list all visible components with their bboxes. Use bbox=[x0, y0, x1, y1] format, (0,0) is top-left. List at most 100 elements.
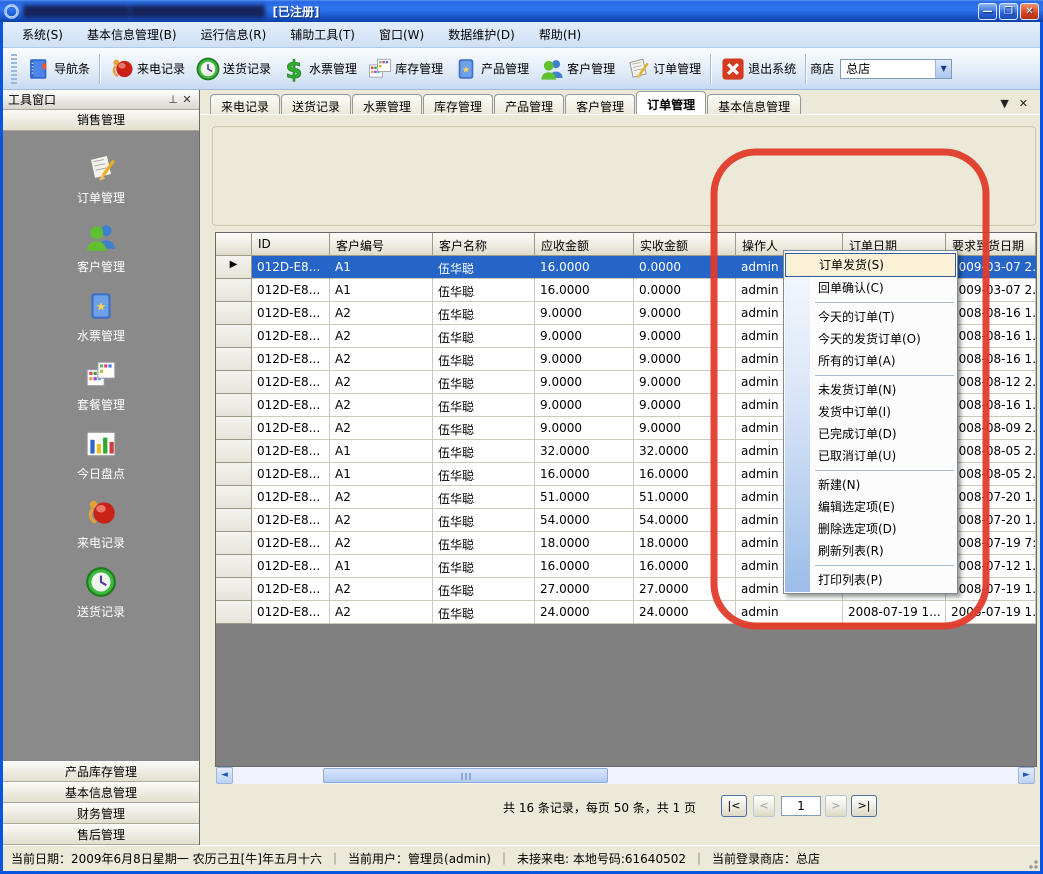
sidebar-section-finance[interactable]: 财务管理 bbox=[3, 803, 199, 824]
context-menu-item[interactable]: 发货中订单(I) bbox=[785, 401, 956, 423]
table-cell[interactable]: 16.0000 bbox=[535, 555, 634, 578]
next-page-button[interactable]: > bbox=[825, 795, 847, 817]
table-cell[interactable]: A1 bbox=[330, 463, 433, 486]
table-cell[interactable]: 0.0000 bbox=[634, 256, 736, 279]
table-cell[interactable]: 9.0000 bbox=[634, 302, 736, 325]
toolbar-incoming-call-button[interactable]: 来电记录 bbox=[104, 52, 190, 86]
table-cell[interactable]: 27.0000 bbox=[634, 578, 736, 601]
row-header-cell[interactable] bbox=[216, 509, 252, 532]
toolbar-order-button[interactable]: 订单管理 bbox=[620, 52, 706, 86]
table-cell[interactable]: 54.0000 bbox=[535, 509, 634, 532]
table-cell[interactable]: 16.0000 bbox=[535, 463, 634, 486]
row-header-cell[interactable] bbox=[216, 555, 252, 578]
table-cell[interactable]: A1 bbox=[330, 440, 433, 463]
context-menu-item[interactable]: 今天的发货订单(O) bbox=[785, 328, 956, 350]
table-cell[interactable]: 9.0000 bbox=[634, 325, 736, 348]
table-cell[interactable]: 伍华聪 bbox=[433, 601, 535, 624]
table-cell[interactable]: 16.0000 bbox=[535, 279, 634, 302]
resize-grip[interactable] bbox=[1026, 857, 1038, 869]
table-cell[interactable]: 9.0000 bbox=[634, 394, 736, 417]
context-menu-item[interactable]: 已取消订单(U) bbox=[785, 445, 956, 467]
prev-page-button[interactable]: < bbox=[753, 795, 775, 817]
sidebar-item-delivery-record[interactable]: 送货记录 bbox=[77, 565, 125, 620]
table-cell[interactable]: 2008-07-12 1... bbox=[946, 555, 1036, 578]
row-header-cell[interactable] bbox=[216, 394, 252, 417]
table-cell[interactable]: 51.0000 bbox=[634, 486, 736, 509]
table-cell[interactable]: 2008-07-19 1... bbox=[946, 601, 1036, 624]
table-cell[interactable]: 9.0000 bbox=[535, 371, 634, 394]
table-cell[interactable]: A2 bbox=[330, 578, 433, 601]
row-header-cell[interactable] bbox=[216, 348, 252, 371]
table-cell[interactable]: A1 bbox=[330, 279, 433, 302]
table-cell[interactable]: 012D-E8... bbox=[252, 348, 330, 371]
row-header-cell[interactable] bbox=[216, 578, 252, 601]
table-cell[interactable]: 9.0000 bbox=[535, 348, 634, 371]
table-cell[interactable]: 2008-08-16 1... bbox=[946, 348, 1036, 371]
table-cell[interactable]: 51.0000 bbox=[535, 486, 634, 509]
table-cell[interactable]: 伍华聪 bbox=[433, 348, 535, 371]
table-cell[interactable]: A2 bbox=[330, 302, 433, 325]
maximize-button[interactable]: ❐ bbox=[999, 3, 1018, 20]
row-header-cell[interactable] bbox=[216, 279, 252, 302]
table-cell[interactable]: A1 bbox=[330, 555, 433, 578]
table-cell[interactable]: A2 bbox=[330, 486, 433, 509]
table-cell[interactable]: 伍华聪 bbox=[433, 394, 535, 417]
minimize-button[interactable]: — bbox=[978, 3, 997, 20]
scroll-right-arrow-icon[interactable]: ► bbox=[1018, 767, 1035, 784]
column-header[interactable]: 客户编号 bbox=[330, 233, 433, 256]
table-cell[interactable]: 16.0000 bbox=[634, 555, 736, 578]
table-cell[interactable]: A2 bbox=[330, 394, 433, 417]
table-cell[interactable]: 54.0000 bbox=[634, 509, 736, 532]
table-cell[interactable]: 012D-E8... bbox=[252, 440, 330, 463]
menu-help[interactable]: 帮助(H) bbox=[528, 23, 592, 46]
sidebar-section-after-sales[interactable]: 售后管理 bbox=[3, 824, 199, 845]
context-menu-item[interactable]: 打印列表(P) bbox=[785, 569, 956, 591]
table-cell[interactable]: 012D-E8... bbox=[252, 555, 330, 578]
context-menu-item[interactable]: 已完成订单(D) bbox=[785, 423, 956, 445]
table-cell[interactable]: 16.0000 bbox=[535, 256, 634, 279]
column-header[interactable]: 实收金额 bbox=[634, 233, 736, 256]
table-cell[interactable]: 伍华聪 bbox=[433, 509, 535, 532]
table-cell[interactable]: 伍华聪 bbox=[433, 578, 535, 601]
toolbar-product-button[interactable]: 产品管理 bbox=[448, 52, 534, 86]
table-cell[interactable]: admin bbox=[736, 601, 843, 624]
table-cell[interactable]: 2008-08-09 2... bbox=[946, 417, 1036, 440]
column-header[interactable]: 应收金额 bbox=[535, 233, 634, 256]
row-header-cell[interactable] bbox=[216, 601, 252, 624]
tab-water-ticket[interactable]: 水票管理 bbox=[352, 94, 422, 114]
context-menu-item[interactable]: 新建(N) bbox=[785, 474, 956, 496]
table-cell[interactable]: 012D-E8... bbox=[252, 279, 330, 302]
context-menu-item[interactable]: 回单确认(C) bbox=[785, 277, 956, 299]
table-row[interactable]: 012D-E8...A2伍华聪24.000024.0000admin2008-0… bbox=[216, 601, 1036, 624]
table-cell[interactable]: 2008-07-20 1... bbox=[946, 486, 1036, 509]
table-cell[interactable]: 9.0000 bbox=[535, 417, 634, 440]
table-cell[interactable]: 012D-E8... bbox=[252, 601, 330, 624]
shop-select[interactable]: 总店 ▼ bbox=[840, 59, 952, 79]
sidebar-item-customer[interactable]: 客户管理 bbox=[77, 220, 125, 275]
table-cell[interactable]: 2008-08-16 1... bbox=[946, 302, 1036, 325]
chevron-down-icon[interactable]: ▼ bbox=[1000, 97, 1008, 110]
sidebar-item-daily-check[interactable]: 今日盘点 bbox=[77, 427, 125, 482]
table-cell[interactable]: 伍华聪 bbox=[433, 279, 535, 302]
table-cell[interactable]: A2 bbox=[330, 509, 433, 532]
table-cell[interactable]: 伍华聪 bbox=[433, 256, 535, 279]
table-cell[interactable]: A2 bbox=[330, 371, 433, 394]
tab-customer[interactable]: 客户管理 bbox=[565, 94, 635, 114]
table-cell[interactable]: 9.0000 bbox=[535, 394, 634, 417]
column-header[interactable]: 要求到货日期 bbox=[946, 233, 1036, 256]
close-button[interactable]: ✕ bbox=[1020, 3, 1039, 20]
table-cell[interactable]: 18.0000 bbox=[634, 532, 736, 555]
table-cell[interactable]: 012D-E8... bbox=[252, 417, 330, 440]
sidebar-item-order[interactable]: 订单管理 bbox=[77, 151, 125, 206]
table-cell[interactable]: 伍华聪 bbox=[433, 371, 535, 394]
table-cell[interactable]: A2 bbox=[330, 325, 433, 348]
table-cell[interactable]: 9.0000 bbox=[634, 417, 736, 440]
context-menu-item[interactable]: 编辑选定项(E) bbox=[785, 496, 956, 518]
table-cell[interactable]: 012D-E8... bbox=[252, 394, 330, 417]
context-menu-item[interactable]: 刷新列表(R) bbox=[785, 540, 956, 562]
row-header-cell[interactable] bbox=[216, 302, 252, 325]
table-cell[interactable]: 伍华聪 bbox=[433, 555, 535, 578]
toolbar-water-ticket-button[interactable]: 水票管理 bbox=[276, 52, 362, 86]
context-menu-item[interactable]: 所有的订单(A) bbox=[785, 350, 956, 372]
sidebar-section-basic-info[interactable]: 基本信息管理 bbox=[3, 782, 199, 803]
